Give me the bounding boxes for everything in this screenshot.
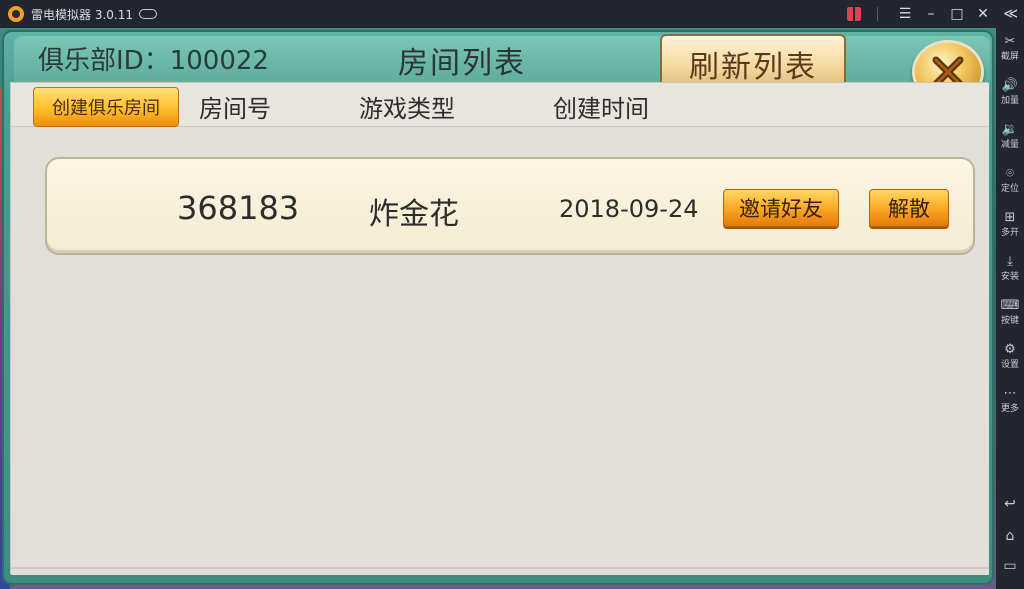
home-button[interactable]: ⌂ [996,528,1024,544]
volume-up-icon: 🔊 [1001,78,1019,93]
gift-icon[interactable] [847,7,861,21]
toolbar-label: 定位 [1000,184,1019,194]
collapse-sidebar-button[interactable]: ≪ [1003,0,1018,28]
location-icon: ⌾ [1006,166,1014,181]
page-title: 房间列表 [398,46,526,81]
toolbar-label: 多开 [1000,228,1019,238]
more-icon: ⋯ [1003,386,1017,401]
club-id-label: 俱乐部ID：100022 [38,46,269,76]
maximize-button[interactable]: □ [944,0,970,28]
screenshot-button[interactable]: ✂ 截屏 [996,34,1024,62]
created-time: 2018-09-24 [559,195,699,223]
table-row: 368183 炸金花 2018-09-24 邀请好友 解散 [45,157,975,255]
window-controls: ☰ – □ ✕ [847,0,996,28]
location-button[interactable]: ⌾ 定位 [996,166,1024,194]
create-club-room-button[interactable]: 创建俱乐房间 [33,87,179,127]
close-window-button[interactable]: ✕ [970,0,996,28]
room-number: 368183 [177,189,300,227]
toolbar-label: 截屏 [1000,52,1019,62]
column-header-room-no: 房间号 [199,95,271,123]
more-button[interactable]: ⋯ 更多 [996,386,1024,414]
keymap-button[interactable]: ⌨ 按键 [996,298,1024,326]
install-apk-button[interactable]: ⤓ 安装 [996,254,1024,282]
recent-apps-button[interactable]: ▭ [996,558,1024,574]
gamepad-icon[interactable] [138,9,157,19]
toolbar-label: 按键 [1000,316,1019,326]
invite-friends-button[interactable]: 邀请好友 [723,189,839,227]
window-title: 雷电模拟器 3.0.11 [31,7,133,22]
install-apk-icon: ⤓ [1007,254,1013,269]
settings-icon: ⚙ [1004,342,1016,357]
emulator-window: 雷电模拟器 3.0.11 ☰ – □ ✕ ≪ ✂ 截屏 🔊 加量 🔉 减量 ⌾ … [0,0,1024,589]
disband-room-button[interactable]: 解散 [869,189,949,227]
game-type: 炸金花 [369,197,459,232]
toolbar-label: 设置 [1000,360,1019,370]
keyboard-icon: ⌨ [1000,298,1020,313]
toolbar-label: 更多 [1000,404,1019,414]
title-bar: 雷电模拟器 3.0.11 ☰ – □ ✕ ≪ [0,0,1024,28]
column-header-game-type: 游戏类型 [359,95,455,123]
volume-down-icon: 🔉 [1001,122,1019,137]
volume-down-button[interactable]: 🔉 减量 [996,122,1024,150]
column-header-created-time: 创建时间 [553,95,649,123]
settings-button[interactable]: ⚙ 设置 [996,342,1024,370]
emulator-toolbar: ✂ 截屏 🔊 加量 🔉 减量 ⌾ 定位 ⊞ 多开 ⤓ 安装 ⌨ 按键 ⚙ 设置 … [996,28,1024,589]
toolbar-label: 安装 [1000,272,1019,282]
toolbar-label: 减量 [1000,140,1019,150]
table-header: 创建俱乐房间 房间号 游戏类型 创建时间 [11,83,989,127]
divider [11,567,989,569]
app-logo-icon [8,6,24,22]
game-viewport: 俱乐部ID：100022 房间列表 刷新列表 创建俱乐房间 房间号 游戏类型 创… [0,28,996,589]
room-list-content: 创建俱乐房间 房间号 游戏类型 创建时间 368183 炸金花 2018-09-… [10,82,989,575]
divider [877,7,878,21]
multi-open-button[interactable]: ⊞ 多开 [996,210,1024,238]
minimize-button[interactable]: – [918,0,944,28]
volume-up-button[interactable]: 🔊 加量 [996,78,1024,106]
toolbar-label: 加量 [1000,96,1019,106]
back-button[interactable]: ↩ [996,496,1024,512]
multi-open-icon: ⊞ [1004,210,1016,225]
scissors-icon: ✂ [1004,34,1016,49]
menu-button[interactable]: ☰ [892,0,918,28]
